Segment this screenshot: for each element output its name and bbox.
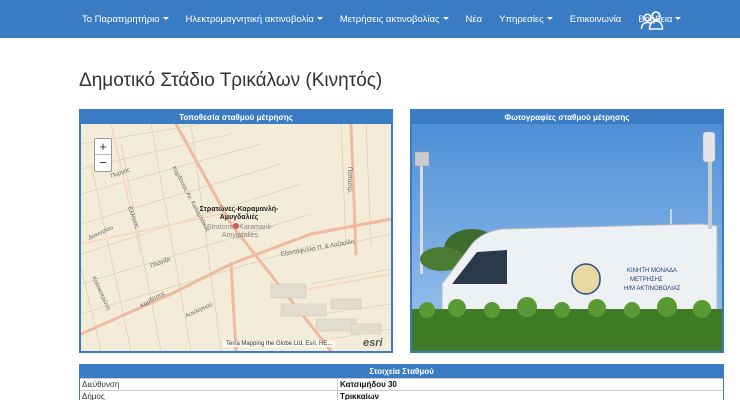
row-value: Τρικκαίων <box>340 392 380 400</box>
caret-down-icon <box>675 17 682 21</box>
table-row: Διεύθυνση Κατσιμήδου 30 <box>80 378 723 390</box>
photo-panel-heading: Φωτογραφίες σταθμού μέτρησης <box>412 111 722 124</box>
station-info-heading: Στοιχεία Σταθμού <box>80 365 723 378</box>
street-label: Παπαστρ. <box>346 167 352 194</box>
caret-down-icon <box>546 17 553 21</box>
zoom-out-button[interactable]: − <box>95 155 111 171</box>
nav-item-contact[interactable]: Επικοινωνία <box>570 14 622 25</box>
caret-down-icon <box>162 17 169 21</box>
page-title: Δημοτικό Στάδιο Τρικάλων (Κινητός) <box>79 70 383 91</box>
nav-item-observatory[interactable]: Το Παρατηρητήριο <box>82 14 169 25</box>
caret-down-icon <box>316 17 323 21</box>
nav-item-services[interactable]: Υπηρεσίες <box>499 14 553 25</box>
nav-menu: Το Παρατηρητήριο Ηλεκτρομαγνητική ακτινο… <box>82 0 698 38</box>
nav-item-em-radiation[interactable]: Ηλεκτρομαγνητική ακτινοβολία <box>186 14 323 25</box>
map-panel-heading: Τοποθεσία σταθμού μέτρησης <box>81 111 391 124</box>
zoom-in-button[interactable]: + <box>95 139 111 155</box>
map-zoom-control: + − <box>94 138 112 172</box>
esri-logo: esri <box>363 337 383 349</box>
top-navbar: Το Παρατηρητήριο Ηλεκτρομαγνητική ακτινο… <box>0 0 740 38</box>
station-label-en: Stratones-Karamanli-Amygdalies <box>206 224 274 239</box>
photo-panel: Φωτογραφίες σταθμού μέτρησης ΚΙΝΗΤΗ ΜΟΝΑ… <box>410 109 724 353</box>
station-label: Στρατώνες-Καραμανλή-Αμυγδαλιές <box>199 206 279 221</box>
map-panel: Τοποθεσία σταθμού μέτρησης Πυργος Ελληνο… <box>79 109 393 353</box>
station-map[interactable]: Πυργος Ελληνος Διονυσίου Κολοκοτρώνη Καρ… <box>81 124 391 351</box>
nav-item-measurements[interactable]: Μετρήσεις ακτινοβολίας <box>340 14 449 25</box>
table-row: Δήμος Τρικκαίων <box>80 390 723 400</box>
row-key: Διεύθυνση <box>80 379 338 390</box>
row-value: Κατσιμήδου 30 <box>340 380 397 389</box>
van-text: ΚΙΝΗΤΗ ΜΟΝΑΔΑ <box>627 268 677 274</box>
users-icon[interactable] <box>640 10 664 30</box>
caret-down-icon <box>442 17 449 21</box>
station-info-table: Στοιχεία Σταθμού Διεύθυνση Κατσιμήδου 30… <box>79 364 724 400</box>
nav-item-news[interactable]: Νέα <box>466 14 483 25</box>
station-photo[interactable]: ΚΙΝΗΤΗ ΜΟΝΑΔΑ ΜΕΤΡΗΣΗΣ Η/Μ ΑΚΤΙΝΟΒΟΛΙΑΣ <box>412 124 722 351</box>
van-text: ΜΕΤΡΗΣΗΣ <box>630 277 663 283</box>
map-attribution: Terra Mapping the Globe Ltd, Esri, HE... <box>223 341 336 347</box>
van-text: Η/Μ ΑΚΤΙΝΟΒΟΛΙΑΣ <box>624 286 681 292</box>
station-photo-image: ΚΙΝΗΤΗ ΜΟΝΑΔΑ ΜΕΤΡΗΣΗΣ Η/Μ ΑΚΤΙΝΟΒΟΛΙΑΣ <box>412 124 722 351</box>
row-key: Δήμος <box>80 391 338 400</box>
